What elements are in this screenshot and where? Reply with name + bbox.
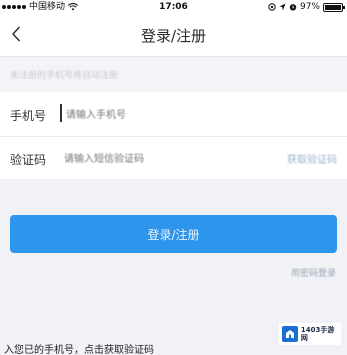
code-row: 验证码 获取验证码 xyxy=(0,137,347,179)
status-right: 97% xyxy=(268,0,345,14)
watermark-logo: 1403手游网 xyxy=(279,323,341,345)
battery-percent: 97% xyxy=(299,2,320,12)
code-input[interactable] xyxy=(64,151,214,167)
phone-input[interactable] xyxy=(66,107,266,123)
watermark-text: 1403手游网 xyxy=(300,326,335,342)
page-title: 登录/注册 xyxy=(140,27,207,45)
text-cursor xyxy=(60,104,62,122)
hint-row: 未注册的手机号将自动注册 xyxy=(0,57,347,91)
code-label: 验证码 xyxy=(10,153,47,167)
battery-icon xyxy=(323,2,345,12)
instruction-caption: 入您已的手机号，点击获取验证码 xyxy=(4,345,154,355)
login-button[interactable]: 登录/注册 xyxy=(10,215,337,253)
login-button-label: 登录/注册 xyxy=(147,227,200,242)
navigation-bar: 登录/注册 xyxy=(0,14,347,57)
status-bar: 中国移动 17:06 97% xyxy=(0,0,347,14)
alarm-icon xyxy=(289,4,297,11)
get-code-button[interactable]: 获取验证码 xyxy=(287,151,337,166)
login-screen: 中国移动 17:06 97% 登录/注册 未注册的手机号将自动注册 手机号 请输… xyxy=(0,0,347,355)
phone-row: 手机号 xyxy=(0,92,347,137)
battery-level xyxy=(325,4,341,10)
navigation-arrow-icon xyxy=(279,3,286,11)
watermark-badge-icon xyxy=(282,326,298,342)
password-login-link[interactable]: 用密码登录 xyxy=(291,266,336,279)
location-lock-icon xyxy=(268,3,276,11)
hint-text: 未注册的手机号将自动注册 xyxy=(10,71,119,81)
phone-label: 手机号 xyxy=(10,109,47,123)
